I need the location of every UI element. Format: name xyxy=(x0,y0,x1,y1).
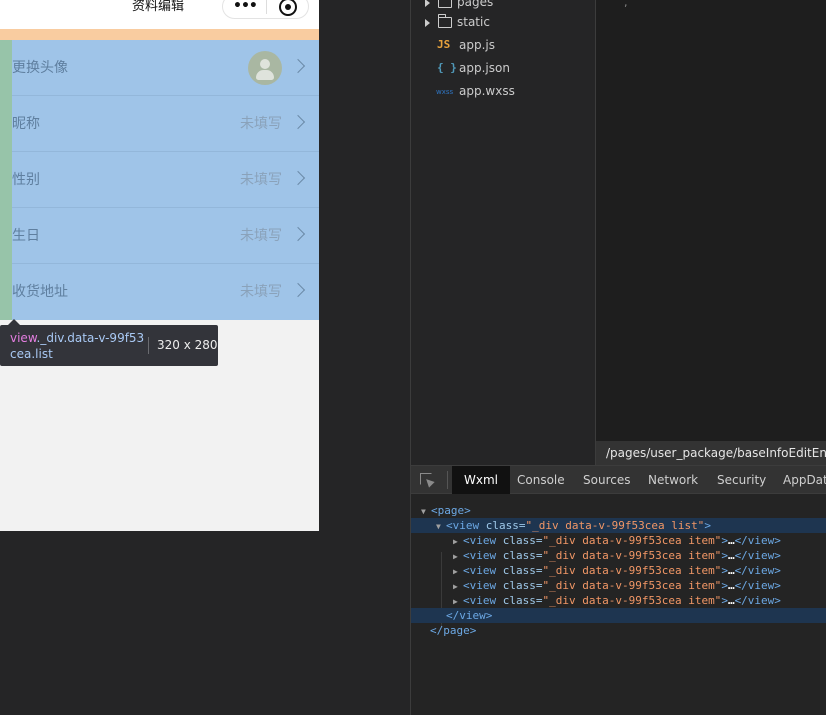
tree-item-static[interactable]: static xyxy=(411,12,596,35)
item-label: 性别 xyxy=(12,172,40,188)
avatar-head-icon xyxy=(260,59,270,69)
item-label: 昵称 xyxy=(12,116,40,132)
capsule-divider xyxy=(266,0,267,14)
simulator-background xyxy=(0,531,319,715)
item-value: 未填写 xyxy=(240,228,282,244)
item-label: 生日 xyxy=(12,228,40,244)
record-icon[interactable] xyxy=(279,0,297,16)
tree-item-label: app.wxss xyxy=(459,84,515,98)
wxss-file-icon: wxss xyxy=(436,88,454,96)
margin-highlight xyxy=(0,40,12,320)
tooltip-selector: view._div.data-v-99f53cea.list xyxy=(10,330,145,362)
dom-node-list-close[interactable]: </view> xyxy=(411,608,826,623)
js-file-icon: JS xyxy=(437,38,451,51)
page-path-bar: /pages/user_package/baseInfoEditEntry/m xyxy=(595,441,826,465)
chevron-right-icon[interactable] xyxy=(425,0,430,7)
dom-node-item[interactable]: ▶ <view class="_div data-v-99f53cea item"… xyxy=(411,563,826,578)
padding-highlight xyxy=(0,29,319,40)
tab-sources[interactable]: Sources xyxy=(583,466,630,494)
editor-fragment: , xyxy=(624,0,628,9)
folder-icon xyxy=(438,0,452,8)
list-item-avatar[interactable]: 更换头像 xyxy=(0,40,319,96)
chevron-right-icon[interactable] xyxy=(425,19,430,27)
folder-icon xyxy=(438,14,452,28)
devtools-panel: Wxml Console Sources Network Security Ap… xyxy=(410,465,826,715)
tree-item-label: app.json xyxy=(459,61,510,75)
tree-item-label: app.js xyxy=(459,38,495,52)
nav-bar: 资料编辑 ••• xyxy=(0,0,319,29)
chevron-right-icon xyxy=(290,114,306,130)
tree-item-app-wxss[interactable]: wxss app.wxss xyxy=(411,81,596,104)
tooltip-tag: view xyxy=(10,331,37,345)
inspect-element-icon[interactable] xyxy=(420,473,435,488)
list-item-address[interactable]: 收货地址 未填写 xyxy=(0,264,319,320)
tab-appdata[interactable]: AppData xyxy=(783,466,826,494)
file-tree: pages static JS app.js { } app.json wxss… xyxy=(410,0,595,465)
devtools-tabbar: Wxml Console Sources Network Security Ap… xyxy=(411,466,826,494)
list-item-gender[interactable]: 性别 未填写 xyxy=(0,152,319,208)
inspect-tooltip: view._div.data-v-99f53cea.list 320 x 280 xyxy=(0,325,218,366)
more-dots-icon[interactable]: ••• xyxy=(233,0,258,13)
simulator-viewport: 资料编辑 ••• 更换头像 昵称 未填写 性别 未填写 生日 未填写 收货地址 … xyxy=(0,0,319,531)
avatar-body-icon xyxy=(256,70,274,80)
profile-list: 更换头像 昵称 未填写 性别 未填写 生日 未填写 收货地址 未填写 xyxy=(0,40,319,320)
tooltip-divider xyxy=(148,337,149,354)
dom-node-page-close[interactable]: </page> xyxy=(411,623,826,638)
item-value: 未填写 xyxy=(240,116,282,132)
dom-node-list[interactable]: ▼ <view class="_div data-v-99f53cea list"… xyxy=(411,518,826,533)
dom-node-item[interactable]: ▶ <view class="_div data-v-99f53cea item"… xyxy=(411,593,826,608)
tab-divider xyxy=(447,471,448,489)
capsule-menu[interactable]: ••• xyxy=(222,0,309,19)
dom-node-page[interactable]: ▼ <page> xyxy=(411,503,826,518)
tab-console[interactable]: Console xyxy=(517,466,565,494)
tooltip-size: 320 x 280 xyxy=(157,338,218,352)
item-value: 未填写 xyxy=(240,172,282,188)
code-editor[interactable]: , xyxy=(595,0,826,465)
tree-item-app-json[interactable]: { } app.json xyxy=(411,58,596,81)
chevron-right-icon xyxy=(290,58,306,74)
dom-node-item[interactable]: ▶ <view class="_div data-v-99f53cea item"… xyxy=(411,533,826,548)
tab-wxml[interactable]: Wxml xyxy=(452,466,510,494)
item-value: 未填写 xyxy=(240,284,282,300)
page-title: 资料编辑 xyxy=(132,0,185,14)
avatar xyxy=(248,51,282,85)
item-label: 收货地址 xyxy=(12,284,68,300)
tree-item-app-js[interactable]: JS app.js xyxy=(411,35,596,58)
dom-node-item[interactable]: ▶ <view class="_div data-v-99f53cea item"… xyxy=(411,578,826,593)
workspace-gap xyxy=(319,0,410,715)
dom-node-item[interactable]: ▶ <view class="_div data-v-99f53cea item"… xyxy=(411,548,826,563)
list-item-nickname[interactable]: 昵称 未填写 xyxy=(0,96,319,152)
tab-security[interactable]: Security xyxy=(717,466,766,494)
chevron-right-icon xyxy=(290,226,306,242)
tab-network[interactable]: Network xyxy=(648,466,698,494)
chevron-right-icon xyxy=(290,170,306,186)
tree-item-label: pages xyxy=(457,0,494,9)
tree-item-label: static xyxy=(457,15,490,29)
devtools-window: 资料编辑 ••• 更换头像 昵称 未填写 性别 未填写 生日 未填写 收货地址 … xyxy=(0,0,826,715)
item-label: 更换头像 xyxy=(12,60,68,76)
json-file-icon: { } xyxy=(437,61,457,74)
list-item-birthday[interactable]: 生日 未填写 xyxy=(0,208,319,264)
chevron-right-icon xyxy=(290,282,306,298)
